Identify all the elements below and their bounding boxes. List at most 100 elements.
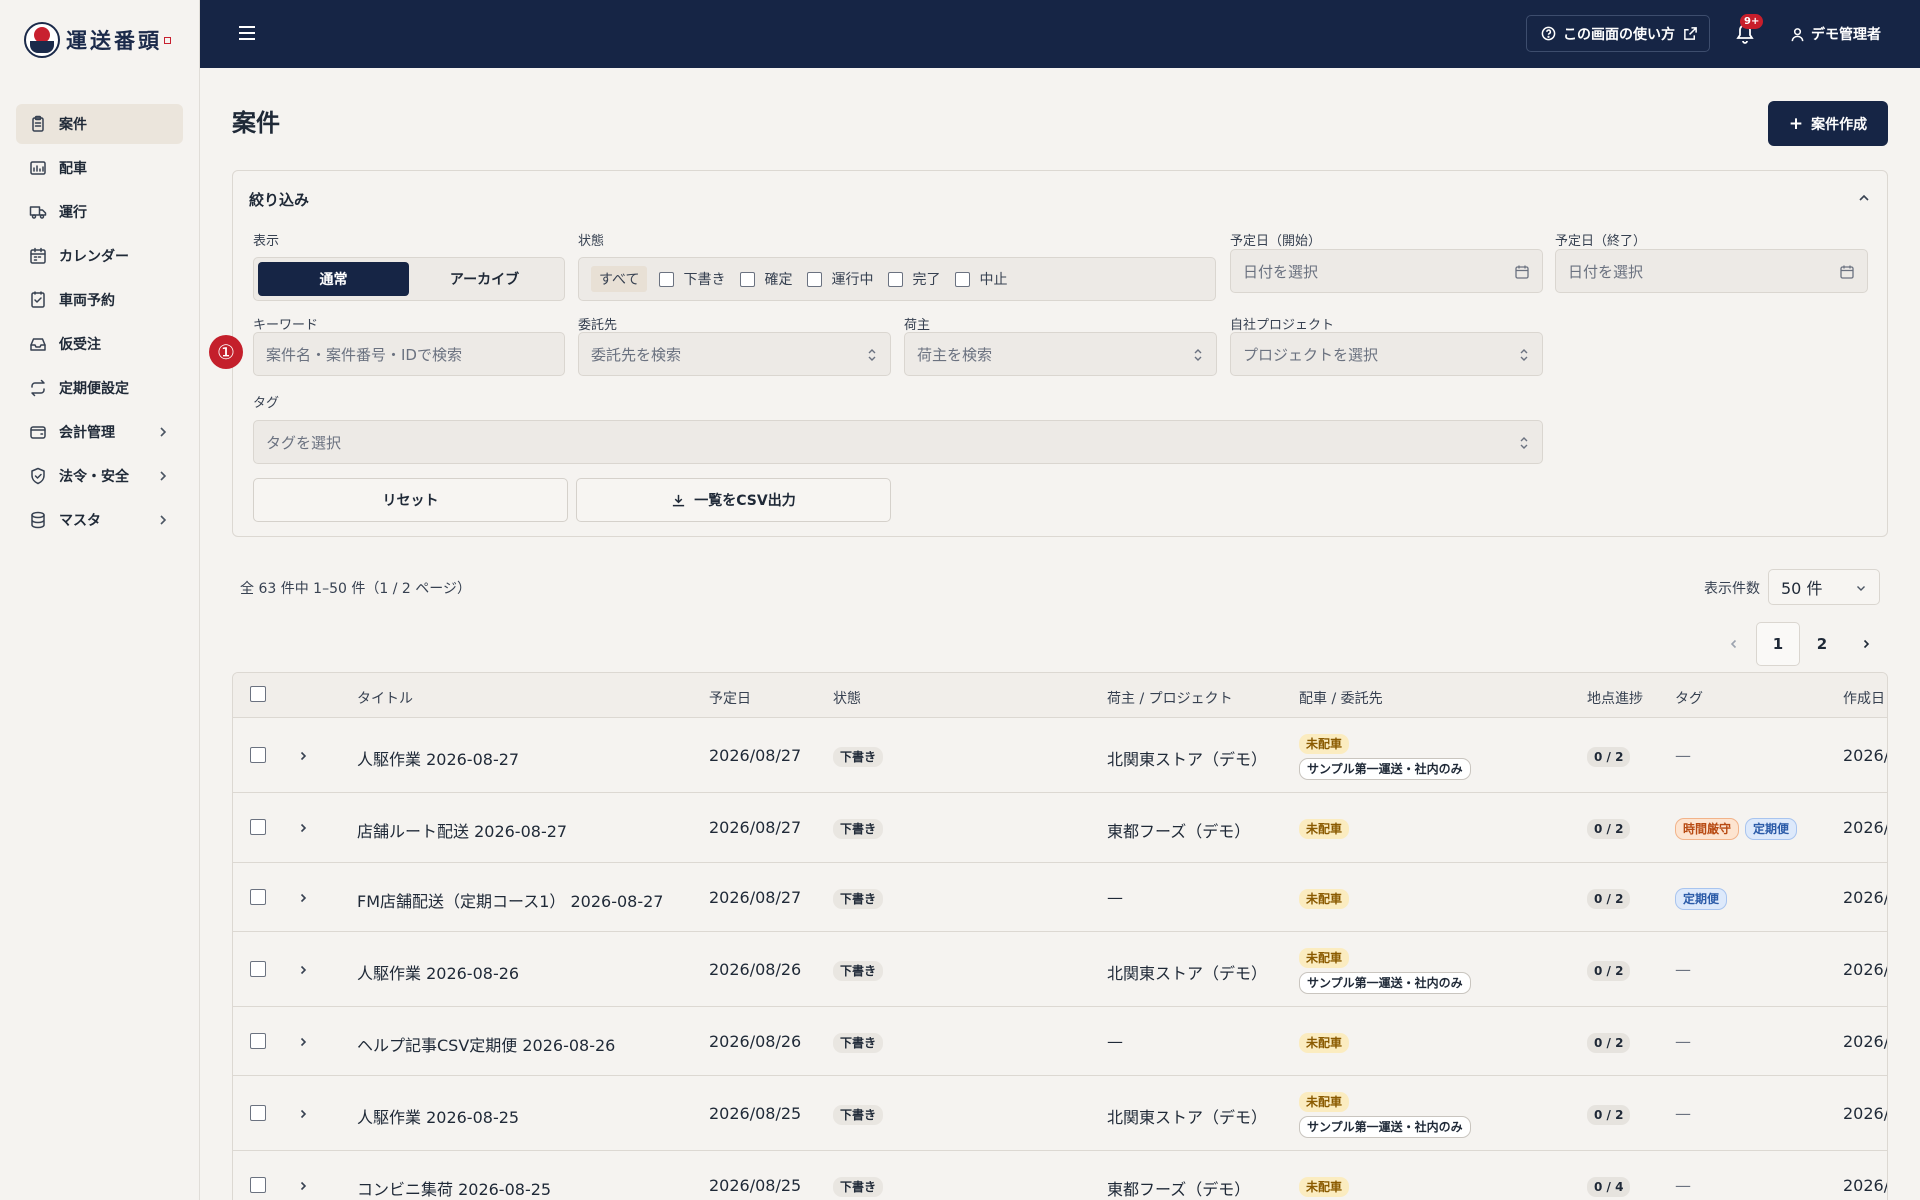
menu-icon[interactable] [238, 24, 256, 42]
row-checkbox[interactable] [250, 961, 266, 977]
expand-row-icon[interactable] [297, 750, 309, 762]
case-title[interactable]: ヘルプ記事CSV定期便 2026-08-26 [357, 1032, 615, 1056]
shipper-label: 荷主 [904, 318, 931, 333]
tag-badge: 時間厳守 [1675, 818, 1740, 840]
brand-logo-icon [24, 22, 60, 58]
date-end-picker[interactable]: 日付を選択 [1555, 249, 1868, 293]
reset-button[interactable]: リセット [253, 478, 568, 522]
expand-row-icon[interactable] [297, 1108, 309, 1120]
expand-row-icon[interactable] [297, 822, 309, 834]
table-row[interactable]: 人駆作業 2026-08-26 2026/08/26 下書き 北関東ストア（デモ） 未配… [233, 932, 1887, 1007]
table-row[interactable]: 人駆作業 2026-08-25 2026/08/25 下書き 北関東ストア（デモ） 未配… [233, 1076, 1887, 1151]
sidebar: 運送番頭 案件 配車 運行 カレンダー 車両予約 仮受注 定期便設定 会計管理 法令・安全マスタ [0, 0, 200, 1200]
column-dispatch[interactable]: 配車 / 委託先 [1299, 688, 1383, 708]
help-button[interactable]: この画面の使い方 [1526, 15, 1710, 52]
consignor-select[interactable]: 委託先を検索 [578, 332, 891, 376]
row-checkbox[interactable] [250, 1105, 266, 1121]
case-title[interactable]: コンビニ集荷 2026-08-25 [357, 1176, 551, 1200]
prev-page-button[interactable] [1712, 622, 1756, 666]
expand-row-icon[interactable] [297, 1180, 309, 1192]
project-select[interactable]: プロジェクトを選択 [1230, 332, 1543, 376]
page-title: 案件 [232, 109, 280, 137]
case-date: 2026/08/25 [709, 1104, 802, 1123]
column-created[interactable]: 作成日 [1843, 688, 1885, 708]
column-date[interactable]: 予定日 [709, 688, 751, 708]
column-tags[interactable]: タグ [1675, 688, 1703, 708]
row-checkbox[interactable] [250, 819, 266, 835]
status-cancelled-checkbox[interactable]: 中止 [955, 269, 1007, 289]
chevron-down-icon [1857, 586, 1865, 591]
column-shipper[interactable]: 荷主 / プロジェクト [1107, 688, 1233, 708]
sidebar-item-4[interactable]: 車両予約 [16, 280, 183, 320]
display-option-normal[interactable]: 通常 [258, 262, 409, 296]
table-row[interactable]: FM店舗配送（定期コース1） 2026-08-27 2026/08/27 下書き — 未… [233, 863, 1887, 932]
column-title[interactable]: タイトル [357, 688, 413, 708]
table-row[interactable]: 人駆作業 2026-08-27 2026/08/27 下書き 北関東ストア（デモ） 未配… [233, 718, 1887, 793]
wallet-icon [30, 426, 46, 439]
status-draft-checkbox[interactable]: 下書き [659, 269, 725, 289]
chevron-up-icon[interactable] [1857, 191, 1871, 205]
next-page-button[interactable] [1844, 622, 1888, 666]
case-title[interactable]: FM店舗配送（定期コース1） 2026-08-27 [357, 888, 663, 912]
row-checkbox[interactable] [250, 747, 266, 763]
case-title[interactable]: 人駆作業 2026-08-25 [357, 1104, 519, 1128]
page-button-2[interactable]: 2 [1800, 622, 1844, 666]
expand-row-icon[interactable] [297, 1036, 309, 1048]
sidebar-item-9[interactable]: マスタ [16, 500, 183, 540]
tag-label: タグ [253, 396, 280, 411]
per-page-select[interactable]: 50 件 [1768, 569, 1880, 605]
sidebar-item-3[interactable]: カレンダー [16, 236, 183, 276]
sidebar-item-7[interactable]: 会計管理 [16, 412, 183, 452]
keyword-input[interactable]: 案件名・案件番号・IDで検索 [253, 332, 565, 376]
dispatch-map-icon [30, 161, 46, 175]
created-date: 2026/ [1843, 818, 1888, 837]
checkbox-icon [955, 271, 971, 287]
column-status[interactable]: 状態 [833, 688, 861, 708]
table-row[interactable]: ヘルプ記事CSV定期便 2026-08-26 2026/08/26 下書き — 未配車 0… [233, 1007, 1888, 1076]
expand-row-icon[interactable] [297, 964, 309, 976]
consignor-label: 委託先 [578, 318, 618, 333]
created-date: 2026/ [1843, 1032, 1888, 1051]
row-checkbox[interactable] [250, 1033, 266, 1049]
row-checkbox[interactable] [250, 1177, 266, 1193]
sidebar-item-2[interactable]: 運行 [16, 192, 183, 232]
case-date: 2026/08/25 [709, 1176, 802, 1195]
case-title[interactable]: 人駆作業 2026-08-27 [357, 746, 519, 770]
carrier-badge: サンプル第一運送・社内のみ [1299, 972, 1471, 994]
table-row[interactable]: コンビニ集荷 2026-08-25 2026/08/25 下書き 東都フーズ（デモ） 未… [233, 1151, 1888, 1200]
status-all-option[interactable]: すべて [591, 266, 648, 292]
select-all-checkbox[interactable] [250, 686, 266, 702]
table-row[interactable]: 店舗ルート配送 2026-08-27 2026/08/27 下書き 東都フーズ（デモ）… [233, 793, 1888, 863]
status-completed-label: 完了 [912, 272, 941, 288]
sidebar-item-1[interactable]: 配車 [16, 148, 183, 188]
user-menu[interactable]: デモ管理者 [1790, 24, 1881, 44]
brand-seal-icon [164, 36, 171, 44]
column-progress[interactable]: 地点進捗 [1587, 688, 1643, 708]
status-completed-checkbox[interactable]: 完了 [888, 269, 940, 289]
shipper-select[interactable]: 荷主を検索 [904, 332, 1217, 376]
display-option-archive[interactable]: アーカイブ [409, 262, 560, 296]
row-checkbox[interactable] [250, 889, 266, 905]
create-case-button[interactable]: + 案件作成 [1768, 101, 1888, 146]
case-title[interactable]: 人駆作業 2026-08-26 [357, 960, 519, 984]
date-start-picker[interactable]: 日付を選択 [1230, 249, 1543, 293]
chevron-left-icon [1730, 639, 1737, 649]
sidebar-item-0[interactable]: 案件 [16, 104, 183, 144]
case-title[interactable]: 店舗ルート配送 2026-08-27 [357, 818, 567, 842]
status-confirmed-checkbox[interactable]: 確定 [740, 269, 792, 289]
sidebar-item-8[interactable]: 法令・安全 [16, 456, 183, 496]
sidebar-item-label: マスタ [59, 513, 101, 529]
sidebar-item-6[interactable]: 定期便設定 [16, 368, 183, 408]
tag-select[interactable]: タグを選択 [253, 420, 1543, 464]
csv-export-button[interactable]: 一覧をCSV出力 [576, 478, 891, 522]
chevron-right-icon [160, 471, 167, 481]
shipper-project: — [1107, 888, 1123, 907]
topbar: この画面の使い方 9+ デモ管理者 [200, 0, 1920, 68]
sidebar-item-5[interactable]: 仮受注 [16, 324, 183, 364]
status-running-checkbox[interactable]: 運行中 [807, 269, 873, 289]
created-date: 2026/ [1843, 1176, 1888, 1195]
tags-empty: — [1675, 746, 1691, 765]
page-button-1[interactable]: 1 [1756, 622, 1800, 666]
brand[interactable]: 運送番頭 [0, 0, 199, 80]
expand-row-icon[interactable] [297, 892, 309, 904]
